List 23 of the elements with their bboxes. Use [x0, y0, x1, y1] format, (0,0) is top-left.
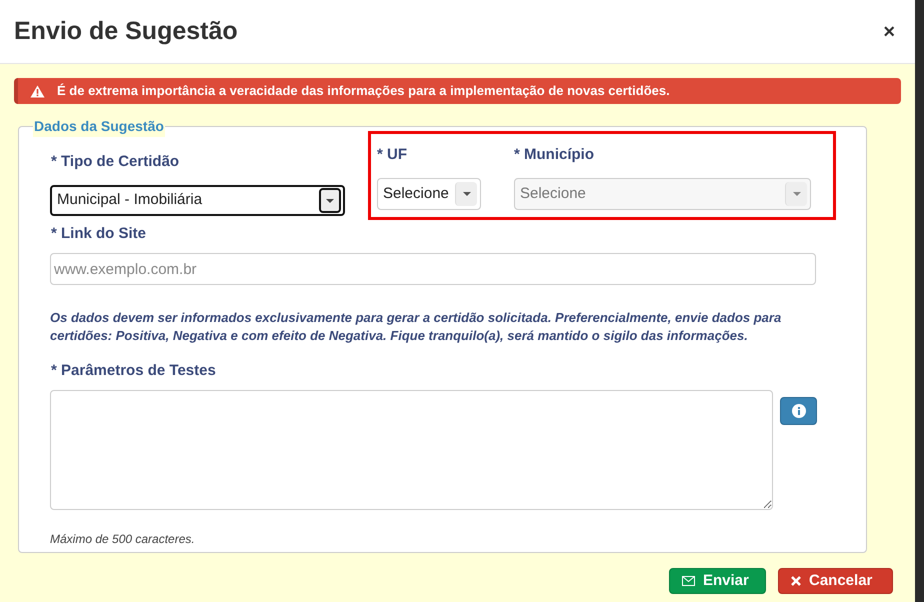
close-button[interactable]: ×	[883, 22, 895, 42]
info-icon	[792, 404, 806, 418]
caret-icon	[326, 198, 334, 202]
envelope-icon	[682, 576, 695, 586]
alert-text: É de extrema importância a veracidade das informações para a implementação de novas certidões.	[57, 82, 670, 100]
field-label: * UF	[377, 145, 408, 164]
dialog-title: Envio de Sugestão	[14, 16, 238, 47]
certificate-type-select[interactable]: Municipal - Imobiliária	[50, 185, 345, 216]
note-text: Os dados devem ser informados exclusivamente para gerar a certidão solicitada. Preferencialmente, envie dados para certidões: Positiva, Negativa e com efeito de Negativa. Fique tranquilo(a), será mantido o sigilo das informações.	[50, 309, 782, 345]
state-select[interactable]: Selecione	[377, 178, 481, 210]
field-label: * Parâmetros de Testes	[50, 361, 217, 380]
field-label: * Link do Site	[50, 224, 148, 243]
warning-icon	[30, 84, 45, 98]
caret-icon	[462, 192, 470, 196]
field-label: * Tipo de Certidão	[50, 152, 180, 171]
info-button[interactable]	[780, 397, 817, 425]
character-limit-text: Máximo de 500 caracteres.	[50, 531, 196, 548]
send-button[interactable]: Enviar	[669, 568, 766, 594]
caret-icon	[792, 192, 800, 196]
cancel-button[interactable]: Cancelar	[778, 568, 893, 594]
link-input[interactable]: www.exemplo.com.br	[50, 253, 816, 285]
close-icon	[791, 576, 801, 586]
field-label: * Município	[514, 145, 595, 164]
